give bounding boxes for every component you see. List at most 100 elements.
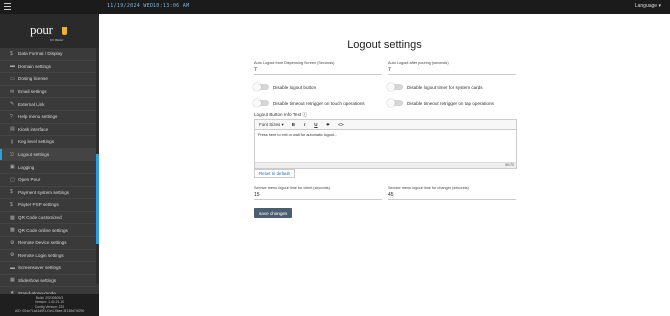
- menu-icon[interactable]: [4, 3, 11, 10]
- page-title: Logout settings: [347, 39, 422, 51]
- main-content: Logout settings Auto Logout from Dispens…: [99, 14, 670, 316]
- sidebar-item-icon: ?: [10, 113, 13, 120]
- sidebar-item-label: Data Format / Display: [18, 51, 63, 57]
- sidebar-item-label: Screensaver settings: [18, 265, 61, 271]
- service-changer-input[interactable]: 45: [388, 192, 516, 200]
- disable-timer-system-cards-toggle[interactable]: [387, 83, 403, 91]
- toggle-label: Disable logout timer for system cards: [407, 84, 483, 90]
- bold-button[interactable]: B: [292, 122, 295, 127]
- editor-toolbar: Font Sizes ▾ B I U T <>: [255, 120, 516, 130]
- sidebar-item-label: Keg level settings: [18, 139, 55, 145]
- sidebar-item-label: Open Pour: [18, 177, 41, 183]
- strikethrough-button[interactable]: T: [327, 122, 330, 127]
- sidebar-item-icon: ▬: [10, 63, 15, 70]
- sidebar-item-label: Payter PSP settings: [18, 202, 59, 208]
- sidebar-item[interactable]: $ Data Format / Display: [0, 48, 96, 61]
- beer-glass-icon: [62, 27, 67, 35]
- underline-button[interactable]: U: [314, 122, 317, 127]
- disable-timer-system-cards-row: Disable logout timer for system cards: [387, 83, 483, 91]
- toggle-label: Disable timeout retrigger on tap operati…: [407, 100, 494, 106]
- sidebar-item-icon: $: [10, 50, 13, 57]
- character-counter: 50/70: [255, 162, 516, 168]
- sidebar-item[interactable]: ? Help menu settings: [0, 111, 96, 124]
- sidebar-item-label: QR Code customized: [18, 215, 62, 221]
- sidebar-item[interactable]: ✉ Email settings: [0, 86, 96, 99]
- sidebar: pour MY BEER $ Data Format / Display ▬ Doma…: [0, 14, 99, 316]
- logo-text: pour: [30, 22, 53, 37]
- sidebar-nav: $ Data Format / Display ▬ Domain settings ▭ D…: [0, 48, 96, 300]
- sidebar-item-icon: ✉: [10, 88, 15, 95]
- sidebar-item-label: Logging: [18, 164, 35, 170]
- sidebar-item-icon: ⎋: [10, 151, 14, 158]
- disable-logout-button-toggle[interactable]: [253, 83, 269, 91]
- auto-logout-dispensing-input[interactable]: 7: [254, 67, 382, 75]
- sidebar-item-label: Domain settings: [18, 63, 51, 69]
- editor-label: Logout Button Info Text ⓘ: [254, 112, 308, 117]
- sidebar-item-icon: ▬: [10, 264, 15, 271]
- logo-subtext: MY BEER: [50, 38, 64, 42]
- auto-logout-pouring-label: Auto Logout after pouring (seconds): [388, 61, 449, 65]
- brand-logo: pour MY BEER: [0, 14, 99, 48]
- sidebar-item-label: Slideshow settings: [18, 277, 57, 283]
- sidebar-item-icon: ▤: [10, 126, 15, 133]
- sidebar-item-label: Remote Device settings: [18, 240, 67, 246]
- sidebar-item-label: Remote Login settings: [18, 252, 64, 258]
- sidebar-item-label: External Link: [18, 101, 45, 107]
- sidebar-item[interactable]: ⚙ Remote Device settings: [0, 237, 96, 250]
- sidebar-item-label: Dosing license: [18, 76, 48, 82]
- sidebar-item-icon: ⚙: [10, 252, 15, 259]
- disable-timeout-tap-row: Disable timeout retrigger on tap operati…: [387, 99, 494, 107]
- sidebar-item[interactable]: ▤ Kiosk interface: [0, 124, 96, 137]
- disable-timeout-tap-toggle[interactable]: [387, 99, 403, 107]
- sidebar-item[interactable]: ⚷ Keg level settings: [0, 136, 96, 149]
- sidebar-item-icon: ▩: [10, 227, 15, 234]
- toggle-label: Disable timeout retrigger on touch opera…: [273, 100, 365, 106]
- date-display: 11/19/2024 WED: [107, 3, 154, 9]
- sidebar-item-icon: ▩: [10, 214, 15, 221]
- sidebar-item-label: Email settings: [18, 89, 47, 95]
- save-changes-button[interactable]: save changes: [254, 208, 293, 218]
- sidebar-item[interactable]: ▭ Dosing license: [0, 73, 96, 86]
- disable-logout-button-row: Disable logout button: [253, 83, 317, 91]
- sidebar-item[interactable]: ▣ Logging: [0, 161, 96, 174]
- sidebar-item-icon: ✎: [10, 101, 15, 108]
- sidebar-item-label: QR Code online settings: [18, 227, 68, 233]
- sidebar-item-icon: ⚷: [10, 138, 14, 145]
- sidebar-item[interactable]: ▬ Screensaver settings: [0, 262, 96, 275]
- service-client-input[interactable]: 15: [254, 192, 382, 200]
- rich-text-editor: Font Sizes ▾ B I U T <> Press here to ex…: [254, 119, 517, 169]
- service-client-label: Service menu logout time for client (sec…: [254, 186, 330, 190]
- sidebar-item-label: Help menu settings: [18, 114, 58, 120]
- disable-timeout-touch-toggle[interactable]: [253, 99, 269, 107]
- auto-logout-dispensing-label: Auto Logout from Dispensing Screen (Seco…: [254, 61, 335, 65]
- build-info: Build: 20230509/3 Version: 1.40.21.10 Co…: [0, 294, 99, 316]
- sidebar-item[interactable]: ▬ Domain settings: [0, 61, 96, 74]
- sidebar-item-label: Kiosk interface: [18, 126, 49, 132]
- sidebar-item[interactable]: ⎋ Logout settings: [0, 148, 96, 162]
- auto-logout-pouring-input[interactable]: 7: [388, 67, 516, 75]
- sidebar-item[interactable]: $ Payment system settings: [0, 187, 96, 200]
- language-dropdown[interactable]: Language ▾: [635, 3, 661, 9]
- reset-to-default-button[interactable]: Reset to default: [254, 169, 295, 178]
- sidebar-item-icon: ▦: [10, 277, 15, 284]
- sidebar-item-label: Payment system settings: [18, 189, 70, 195]
- italic-button[interactable]: I: [304, 122, 305, 127]
- toggle-label: Disable logout button: [273, 84, 317, 90]
- sidebar-item[interactable]: ▢ Open Pour: [0, 174, 96, 187]
- sidebar-item-icon: ▣: [10, 164, 15, 171]
- font-size-dropdown[interactable]: Font Sizes ▾: [259, 122, 284, 128]
- sidebar-item[interactable]: ▩ QR Code customized: [0, 212, 96, 225]
- sidebar-item[interactable]: $ Payter PSP settings: [0, 199, 96, 212]
- sidebar-item[interactable]: ⚙ Remote Login settings: [0, 250, 96, 263]
- top-bar: 11/19/2024 WED 10:13:06 AM Language ▾: [0, 0, 670, 14]
- editor-text-area[interactable]: Press here to exit or wait for automatic…: [255, 130, 516, 160]
- disable-timeout-touch-row: Disable timeout retrigger on touch opera…: [253, 99, 365, 107]
- service-changer-label: Service menu logout time for changer (se…: [388, 186, 469, 190]
- sidebar-item[interactable]: ✎ External Link: [0, 98, 96, 111]
- code-button[interactable]: <>: [338, 122, 343, 127]
- sidebar-item-icon: ▢: [10, 176, 15, 183]
- sidebar-item-icon: ▭: [10, 75, 15, 82]
- sidebar-item[interactable]: ▩ QR Code online settings: [0, 224, 96, 237]
- sidebar-item-icon: $: [10, 189, 13, 196]
- sidebar-item[interactable]: ▦ Slideshow settings: [0, 275, 96, 288]
